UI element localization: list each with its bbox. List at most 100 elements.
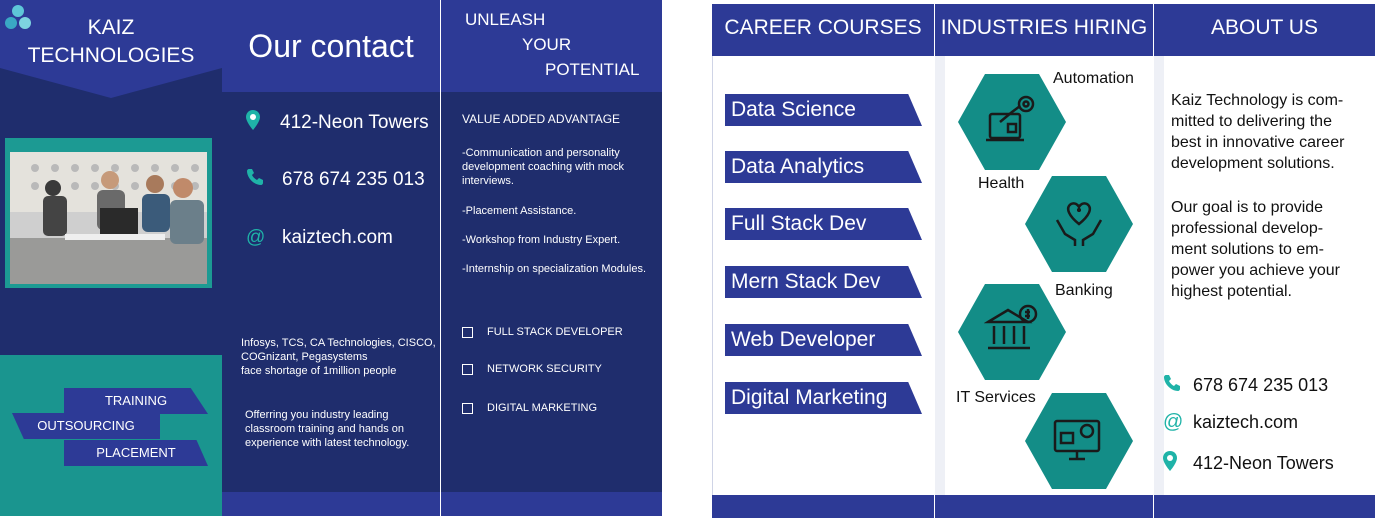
bank-building-icon	[984, 304, 1038, 350]
about-email-text: kaiztech.com	[1193, 412, 1299, 432]
heart-hands-icon	[1055, 202, 1103, 246]
about-address-text: 412-Neon Towers	[1193, 453, 1334, 473]
contact-footer-bar	[222, 492, 440, 516]
course-label: Data Analytics	[731, 155, 865, 178]
career-panel	[712, 4, 934, 518]
checklist-label: DIGITAL MARKETING	[487, 402, 598, 414]
service-outsourcing-label: OUTSOURCING	[37, 418, 135, 433]
potential-line2: YOUR	[522, 35, 572, 54]
course-label: Mern Stack Dev	[731, 270, 881, 293]
it-services-hexagon	[1025, 393, 1133, 489]
course-item-data-analytics: Data Analytics	[725, 151, 922, 183]
shortage-text: Infosys, TCS, CA Technologies, CISCO, CO…	[241, 336, 437, 378]
about-phone-text: 678 674 235 013	[1193, 375, 1329, 395]
industry-automation-label: Automation	[1053, 70, 1134, 87]
checklist-item: FULL STACK DEVELOPER	[462, 326, 623, 338]
course-label: Digital Marketing	[731, 386, 888, 409]
value-bullet: -Placement Assistance.	[462, 205, 577, 217]
offer-text: Offerring you industry leading classroom…	[245, 408, 437, 450]
about-phone: 678 674 235 013	[1163, 374, 1328, 397]
brand-header-arrow	[0, 68, 222, 98]
team-meeting-photo	[5, 138, 212, 288]
about-line: power you achieve your	[1171, 262, 1340, 279]
map-pin-icon	[1163, 451, 1193, 476]
offer-line: experience with latest technology.	[245, 437, 410, 449]
potential-line1: UNLEASH	[465, 10, 546, 29]
about-line: highest potential.	[1171, 283, 1292, 300]
course-label: Full Stack Dev	[731, 212, 867, 235]
course-item-web-developer: Web Developer	[725, 324, 922, 356]
offer-line: Offerring you industry leading	[245, 409, 389, 421]
company-name-line2: TECHNOLOGIES	[27, 44, 195, 67]
checklist-item: DIGITAL MARKETING	[462, 402, 597, 414]
contact-title: Our contact	[248, 28, 414, 64]
industry-it-label: IT Services	[956, 389, 1036, 406]
service-ribbon-outsourcing: OUTSOURCING	[12, 413, 160, 439]
about-line: Our goal is to provide	[1171, 199, 1324, 216]
robot-arm-icon	[986, 95, 1035, 142]
value-bullet: -Workshop from Industry Expert.	[462, 234, 621, 246]
at-sign-icon: @	[1163, 411, 1184, 433]
phone-icon	[1163, 374, 1193, 397]
monitor-gear-icon	[1053, 419, 1101, 461]
checklist-item: NETWORK SECURITY	[462, 363, 602, 375]
value-bullet: -Communication and personality developme…	[462, 147, 625, 187]
phone-icon	[246, 168, 272, 191]
contact-phone-text: 678 674 235 013	[282, 168, 425, 190]
career-title: CAREER COURSES	[724, 16, 922, 39]
course-item-full-stack: Full Stack Dev	[725, 208, 922, 240]
company-name: KAIZ TECHNOLOGIES	[6, 14, 216, 70]
contact-email: @ kaiztech.com	[246, 227, 393, 249]
about-line: best in innovative career	[1171, 134, 1345, 151]
checkbox-icon	[462, 402, 473, 414]
course-item-digital-marketing: Digital Marketing	[725, 382, 922, 414]
about-line: Kaiz Technology is com-	[1171, 92, 1344, 109]
shortage-line: face shortage of 1million people	[241, 365, 397, 377]
value-heading: VALUE ADDED ADVANTAGE	[462, 112, 621, 126]
about-email: @ kaiztech.com	[1163, 411, 1298, 434]
about-line: mitted to delivering the	[1171, 113, 1332, 130]
service-placement-label: PLACEMENT	[96, 445, 176, 460]
service-training-label: TRAINING	[104, 393, 168, 408]
contact-address: 412-Neon Towers	[246, 110, 429, 135]
company-name-line1: KAIZ	[87, 16, 135, 39]
automation-hexagon	[958, 74, 1066, 170]
contact-email-text: kaiztech.com	[282, 227, 393, 248]
banking-hexagon	[958, 284, 1066, 380]
career-footer-bar	[712, 495, 934, 518]
about-paragraph-2: Our goal is to provide professional deve…	[1171, 197, 1361, 302]
about-line: professional develop-	[1171, 220, 1324, 237]
industry-health-label: Health	[978, 175, 1025, 192]
checklist-label: NETWORK SECURITY	[487, 363, 602, 375]
course-label: Data Science	[731, 98, 856, 121]
offer-line: classroom training and hands on	[245, 423, 404, 435]
shortage-line: COGnizant, Pegasystems	[241, 351, 368, 363]
checklist-label: FULL STACK DEVELOPER	[487, 326, 623, 338]
about-address: 412-Neon Towers	[1163, 451, 1334, 476]
potential-footer-bar	[441, 492, 662, 516]
at-sign-icon: @	[246, 227, 266, 248]
value-bullet: -Internship on specialization Modules.	[462, 263, 647, 275]
course-label: Web Developer	[731, 328, 876, 351]
industries-divider	[935, 56, 945, 496]
about-paragraph-1: Kaiz Technology is com- mitted to delive…	[1171, 90, 1361, 174]
service-ribbon-placement: PLACEMENT	[64, 440, 208, 466]
contact-phone: 678 674 235 013	[246, 168, 425, 191]
shortage-line: Infosys, TCS, CA Technologies, CISCO,	[241, 337, 436, 349]
about-title: ABOUT US	[1211, 16, 1318, 39]
industries-footer-bar	[935, 495, 1153, 518]
checkbox-icon	[462, 363, 473, 375]
industry-banking-label: Banking	[1055, 282, 1113, 299]
contact-address-text: 412-Neon Towers	[280, 111, 429, 133]
about-line: ment solutions to em-	[1171, 241, 1324, 258]
industries-title: INDUSTRIES HIRING	[940, 16, 1148, 39]
checkbox-icon	[462, 326, 473, 338]
course-item-data-science: Data Science	[725, 94, 922, 126]
potential-line3: POTENTIAL	[545, 60, 640, 79]
about-footer-bar	[1154, 495, 1375, 518]
course-item-mern-stack: Mern Stack Dev	[725, 266, 922, 298]
map-pin-icon	[246, 110, 272, 135]
health-hexagon	[1025, 176, 1133, 272]
service-ribbon-training: TRAINING	[64, 388, 208, 414]
about-line: development solutions.	[1171, 155, 1335, 172]
